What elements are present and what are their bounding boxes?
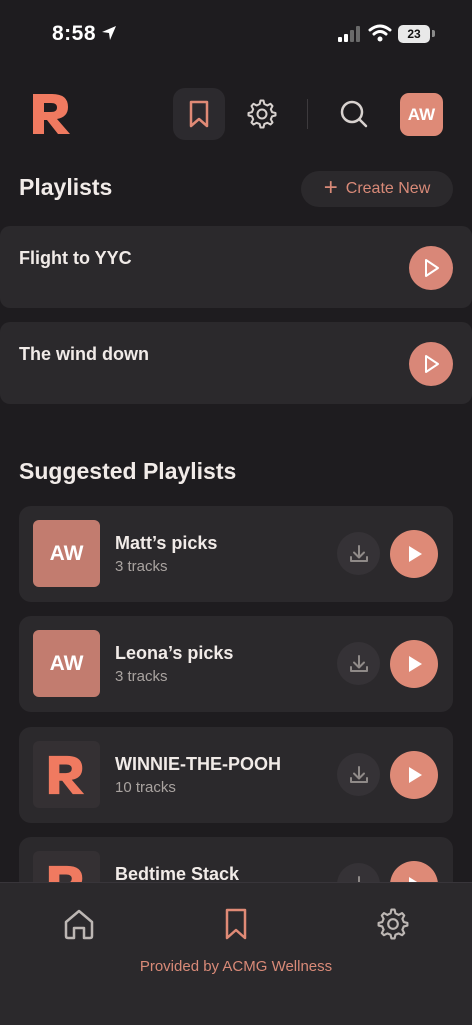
play-icon — [409, 656, 422, 672]
track-count: 3 tracks — [115, 668, 168, 685]
playlists-title: Playlists — [19, 174, 113, 200]
download-icon — [349, 765, 368, 783]
nav-bookmarks[interactable] — [215, 903, 257, 945]
suggested-card[interactable]: AW Matt’s picks 3 tracks — [19, 506, 453, 602]
nav-settings[interactable] — [372, 903, 414, 945]
playlist-name: The wind down — [19, 344, 149, 364]
status-bar: 8:58 23 — [0, 0, 472, 70]
search-button[interactable] — [328, 88, 380, 140]
status-time: 8:58 — [52, 22, 97, 45]
play-button[interactable] — [390, 751, 438, 799]
top-bar: AW — [0, 85, 472, 145]
download-button[interactable] — [337, 642, 380, 685]
download-icon — [349, 654, 368, 672]
download-button[interactable] — [337, 753, 380, 796]
download-icon — [349, 544, 368, 562]
play-button[interactable] — [390, 530, 438, 578]
suggested-name: Leona’s picks — [115, 643, 234, 663]
playlist-thumbnail: AW — [33, 520, 100, 587]
battery-icon: 23 — [398, 25, 430, 43]
avatar[interactable]: AW — [400, 93, 443, 136]
playlist-card[interactable]: The wind down — [0, 322, 472, 404]
suggested-name: WINNIE-THE-POOH — [115, 754, 281, 774]
bottom-nav: Provided by ACMG Wellness — [0, 882, 472, 1025]
suggested-title: Suggested Playlists — [19, 458, 237, 484]
nav-home[interactable] — [58, 903, 100, 945]
battery-tip — [432, 30, 435, 37]
logo-r-icon[interactable] — [30, 91, 74, 137]
settings-button[interactable] — [236, 88, 288, 140]
wifi-icon — [368, 24, 392, 42]
track-count: 10 tracks — [115, 779, 176, 796]
track-count: 3 tracks — [115, 558, 168, 575]
play-icon — [409, 546, 422, 562]
signal-icon — [338, 26, 360, 42]
create-new-button[interactable]: + Create New — [301, 171, 453, 207]
suggested-card[interactable]: WINNIE-THE-POOH 10 tracks — [19, 727, 453, 823]
play-icon — [409, 767, 422, 783]
create-new-label: Create New — [345, 180, 431, 197]
search-icon — [340, 100, 368, 128]
plus-icon: + — [323, 174, 338, 201]
gear-icon — [377, 908, 409, 940]
header-divider — [307, 99, 308, 129]
suggested-name: Matt’s picks — [115, 533, 218, 553]
bookmark-button[interactable] — [173, 88, 225, 140]
suggested-card[interactable]: AW Leona’s picks 3 tracks — [19, 616, 453, 712]
location-arrow-icon — [102, 26, 116, 40]
download-button[interactable] — [337, 532, 380, 575]
bookmark-icon — [225, 908, 247, 940]
playlist-name: Flight to YYC — [19, 248, 132, 268]
play-button[interactable] — [390, 640, 438, 688]
play-icon — [425, 355, 439, 373]
play-button[interactable] — [409, 246, 453, 290]
home-icon — [64, 909, 94, 940]
bookmark-icon — [189, 100, 209, 128]
playlist-card[interactable]: Flight to YYC — [0, 226, 472, 308]
play-icon — [425, 259, 439, 277]
play-button[interactable] — [409, 342, 453, 386]
provided-by-text: Provided by ACMG Wellness — [139, 958, 333, 975]
logo-r-icon — [48, 755, 84, 794]
playlist-thumbnail: AW — [33, 630, 100, 697]
playlist-thumbnail — [33, 741, 100, 808]
gear-icon — [247, 99, 277, 129]
